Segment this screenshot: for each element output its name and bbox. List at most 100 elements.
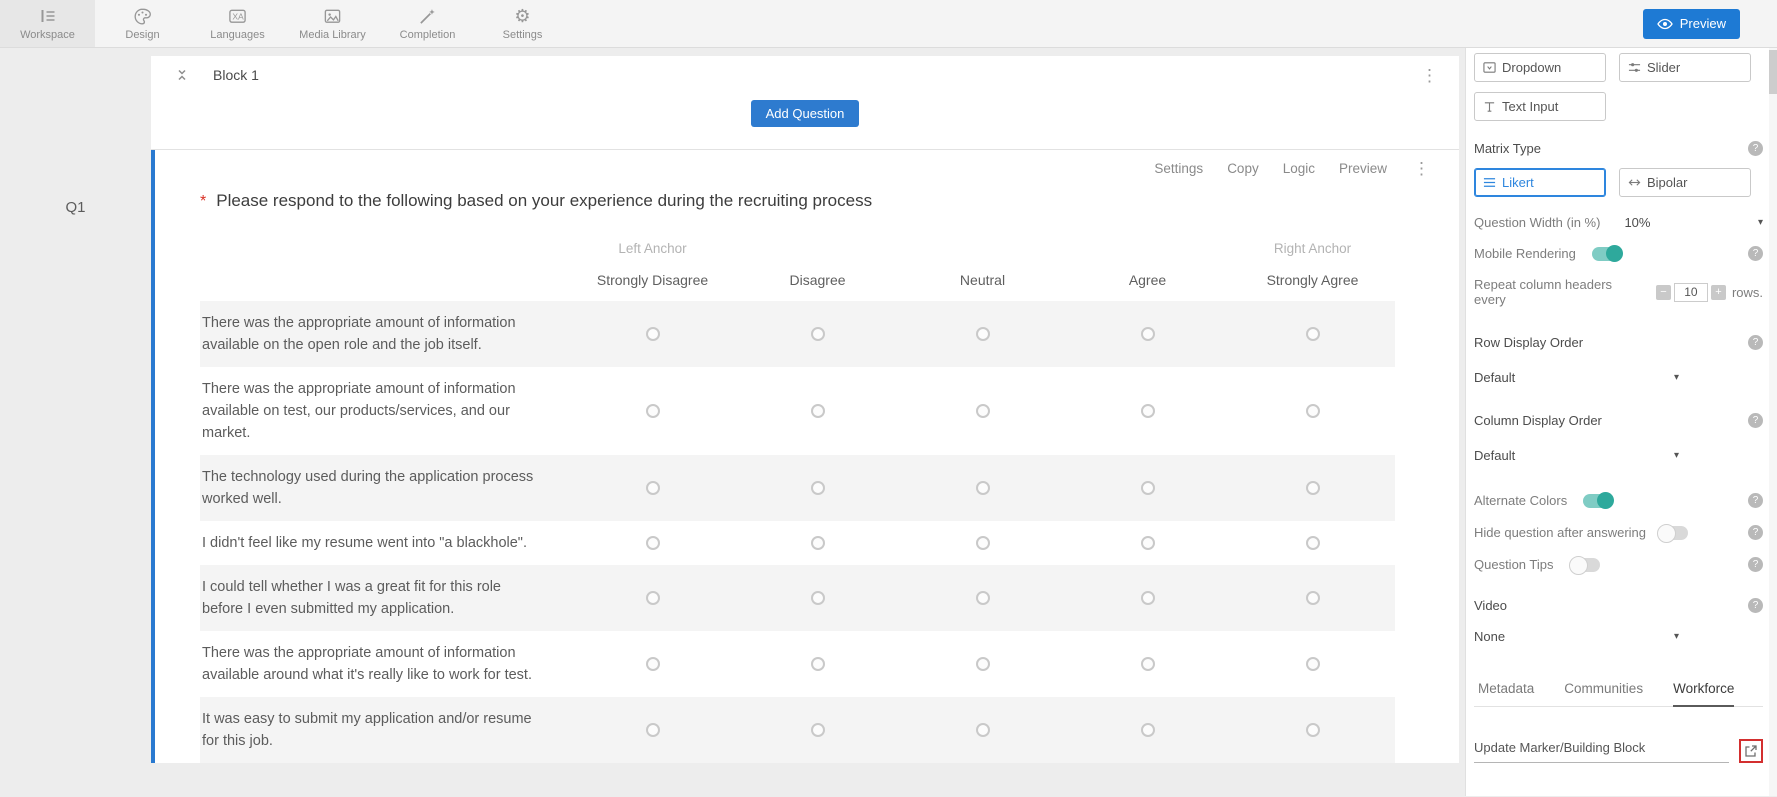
mobile-rendering-toggle[interactable]: [1591, 244, 1623, 262]
question-tips-label: Question Tips: [1474, 557, 1554, 572]
mobile-rendering-help-icon[interactable]: ?: [1748, 246, 1763, 261]
bipolar-button[interactable]: Bipolar: [1619, 168, 1751, 197]
matrix-column-header: Agree: [1128, 272, 1167, 288]
question-tips-toggle[interactable]: [1568, 555, 1600, 575]
matrix-cell: [735, 481, 900, 495]
sidebar-tabs: Metadata Communities Workforce: [1474, 674, 1763, 707]
radio-button[interactable]: [975, 591, 990, 605]
radio-button[interactable]: [1140, 481, 1155, 495]
open-in-new-icon[interactable]: [1744, 744, 1758, 758]
radio-button[interactable]: [645, 404, 660, 418]
radio-button[interactable]: [975, 327, 990, 341]
radio-button[interactable]: [645, 481, 660, 495]
question-preview-link[interactable]: Preview: [1339, 161, 1387, 176]
question-card: Settings Copy Logic Preview ⋮ * Please r…: [151, 150, 1459, 763]
radio-button[interactable]: [645, 536, 660, 550]
question-menu-kebab-icon[interactable]: ⋮: [1413, 160, 1431, 177]
matrix-row: There was the appropriate amount of info…: [200, 367, 1395, 455]
radio-button[interactable]: [645, 657, 660, 671]
radio-button[interactable]: [645, 327, 660, 341]
radio-button[interactable]: [1305, 404, 1320, 418]
radio-button[interactable]: [1305, 481, 1320, 495]
text-input-type-button[interactable]: Text Input: [1474, 92, 1606, 121]
row-display-order-select[interactable]: Default ▾: [1474, 370, 1679, 385]
radio-button[interactable]: [810, 481, 825, 495]
nav-item-design[interactable]: Design: [95, 0, 190, 47]
matrix-cell: [1065, 481, 1230, 495]
nav-item-media-library[interactable]: Media Library: [285, 0, 380, 47]
video-help-icon[interactable]: ?: [1748, 598, 1763, 613]
scrollbar-thumb[interactable]: [1769, 50, 1777, 94]
radio-button[interactable]: [810, 591, 825, 605]
collapse-block-icon[interactable]: [175, 68, 189, 82]
question-logic-link[interactable]: Logic: [1283, 161, 1315, 176]
radio-button[interactable]: [975, 404, 990, 418]
question-settings-link[interactable]: Settings: [1154, 161, 1203, 176]
question-width-caret-icon[interactable]: ▾: [1758, 217, 1763, 228]
stepper-minus-button[interactable]: −: [1655, 284, 1671, 300]
radio-button[interactable]: [1140, 404, 1155, 418]
survey-canvas: Block 1 ⋮ Add Question Settings Copy Log…: [151, 48, 1465, 796]
hide-question-help-icon[interactable]: ?: [1748, 525, 1763, 540]
radio-button[interactable]: [810, 657, 825, 671]
slider-type-button[interactable]: Slider: [1619, 53, 1751, 82]
radio-button[interactable]: [1140, 327, 1155, 341]
update-marker-link[interactable]: Update Marker/Building Block: [1474, 740, 1729, 763]
question-tips-help-icon[interactable]: ?: [1748, 557, 1763, 572]
question-copy-link[interactable]: Copy: [1227, 161, 1259, 176]
video-select[interactable]: None ▾: [1474, 629, 1679, 644]
nav-label-completion: Completion: [399, 28, 456, 41]
radio-button[interactable]: [1305, 591, 1320, 605]
radio-button[interactable]: [1140, 723, 1155, 737]
tab-communities[interactable]: Communities: [1564, 674, 1643, 706]
radio-button[interactable]: [645, 723, 660, 737]
nav-label-languages: Languages: [210, 28, 265, 41]
nav-item-languages[interactable]: XA Languages: [190, 0, 285, 47]
alternate-colors-toggle[interactable]: [1583, 491, 1615, 509]
radio-button[interactable]: [975, 536, 990, 550]
nav-item-completion[interactable]: Completion: [380, 0, 475, 47]
add-question-row: Add Question: [151, 94, 1459, 150]
radio-button[interactable]: [1305, 536, 1320, 550]
radio-button[interactable]: [975, 481, 990, 495]
nav-item-settings[interactable]: ⚙ Settings: [475, 0, 570, 47]
block-menu-kebab-icon[interactable]: ⋮: [1421, 67, 1439, 84]
radio-button[interactable]: [1305, 657, 1320, 671]
radio-button[interactable]: [1305, 327, 1320, 341]
matrix-type-help-icon[interactable]: ?: [1748, 141, 1763, 156]
radio-button[interactable]: [810, 404, 825, 418]
question-width-value[interactable]: 10%: [1624, 215, 1650, 230]
video-label: Video: [1474, 598, 1508, 613]
dropdown-type-button[interactable]: Dropdown: [1474, 53, 1606, 82]
tab-workforce[interactable]: Workforce: [1673, 674, 1735, 707]
add-question-button[interactable]: Add Question: [750, 100, 860, 127]
hide-question-toggle[interactable]: [1657, 523, 1688, 543]
radio-button[interactable]: [1305, 723, 1320, 737]
tab-metadata[interactable]: Metadata: [1478, 674, 1534, 706]
radio-button[interactable]: [975, 657, 990, 671]
row-display-order-help-icon[interactable]: ?: [1748, 335, 1763, 350]
preview-button-label: Preview: [1679, 16, 1726, 31]
nav-item-workspace[interactable]: Workspace: [0, 0, 95, 47]
radio-button[interactable]: [810, 536, 825, 550]
matrix-cell: [1065, 536, 1230, 550]
column-display-order-select[interactable]: Default ▾: [1474, 448, 1679, 463]
question-title[interactable]: Please respond to the following based on…: [216, 191, 872, 211]
sidebar-scrollbar[interactable]: [1769, 48, 1777, 796]
alternate-colors-help-icon[interactable]: ?: [1748, 493, 1763, 508]
preview-button[interactable]: Preview: [1642, 8, 1740, 39]
matrix-cell: [570, 591, 735, 605]
stepper-plus-button[interactable]: +: [1710, 284, 1726, 300]
radio-button[interactable]: [810, 327, 825, 341]
repeat-headers-label: Repeat column headers every: [1474, 277, 1613, 307]
radio-button[interactable]: [1140, 657, 1155, 671]
radio-button[interactable]: [645, 591, 660, 605]
radio-button[interactable]: [810, 723, 825, 737]
radio-button[interactable]: [1140, 591, 1155, 605]
radio-button[interactable]: [975, 723, 990, 737]
matrix-row: I could tell whether I was a great fit f…: [200, 565, 1395, 631]
radio-button[interactable]: [1140, 536, 1155, 550]
column-display-order-help-icon[interactable]: ?: [1748, 413, 1763, 428]
likert-button[interactable]: Likert: [1474, 168, 1606, 197]
stepper-value-input[interactable]: [1673, 282, 1708, 302]
